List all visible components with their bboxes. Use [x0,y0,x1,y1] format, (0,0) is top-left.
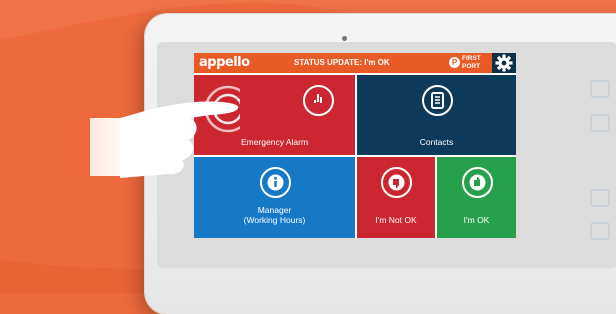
alarm-hand-icon [302,85,334,116]
ok-label: I'm OK [463,215,490,225]
side-phone-icon [590,189,610,207]
pointing-hand-illustration [90,85,240,178]
side-key-icon [590,222,610,240]
not-ok-tile[interactable]: I'm Not OK [357,157,435,238]
firstport-badge-icon: P [449,57,460,68]
side-calendar-icon [590,114,610,132]
thumbs-down-icon [381,167,412,198]
contacts-tile[interactable]: Contacts [357,75,516,155]
camera-dot [342,36,347,41]
not-ok-label: I'm Not OK [375,215,417,225]
contacts-label: Contacts [419,137,454,147]
info-icon [259,167,291,198]
status-text: STATUS UPDATE: I'm OK [294,58,390,67]
firstport-logo: FIRST PORT [462,55,481,70]
gear-icon [495,54,513,72]
side-user-icon [590,80,610,98]
appello-screen: appello STATUS UPDATE: I'm OK P FIRST PO… [194,53,516,238]
settings-button[interactable] [492,53,516,73]
ok-tile[interactable]: I'm OK [437,157,516,238]
side-icons [582,74,616,244]
manager-label: Manager (Working Hours) [243,205,306,225]
status-bar: appello STATUS UPDATE: I'm OK P FIRST PO… [194,53,516,73]
appello-logo: appello [199,55,250,70]
address-book-icon [421,85,453,116]
thumbs-up-icon [461,167,493,198]
